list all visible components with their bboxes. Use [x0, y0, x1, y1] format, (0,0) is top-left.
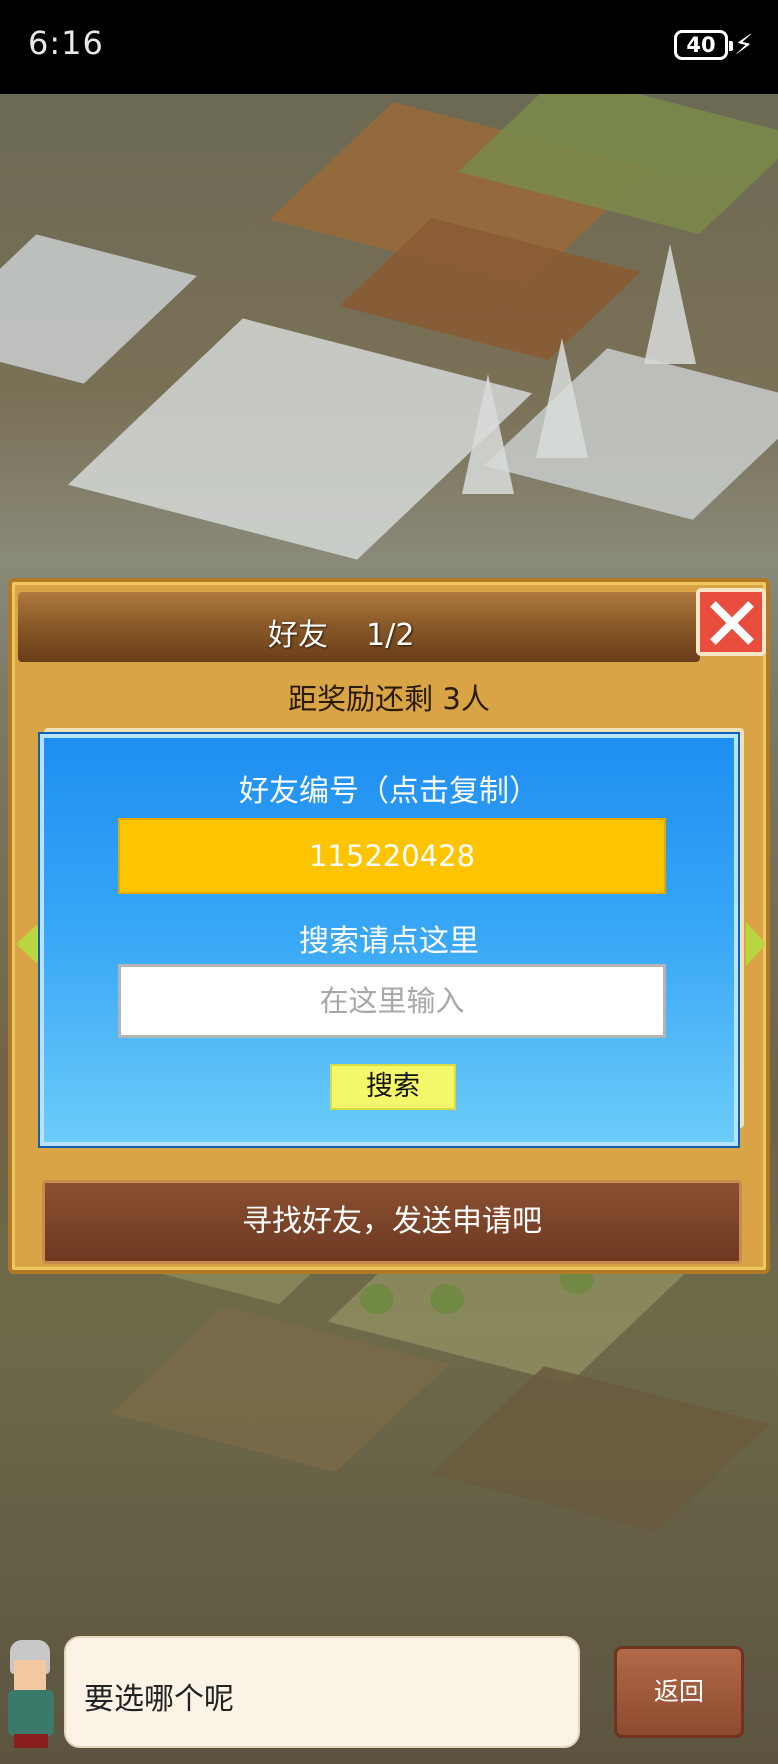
search-button-label: 搜索	[366, 1071, 420, 1102]
panel-title: 好友 1/2	[268, 618, 415, 653]
next-page-arrow-icon[interactable]	[746, 922, 766, 966]
snow-tree	[644, 244, 696, 364]
back-button-label: 返回	[653, 1677, 704, 1706]
friend-code: 115220428	[308, 839, 476, 873]
snow-tree	[462, 374, 514, 494]
avatar-face	[14, 1660, 46, 1690]
friend-search-popup: 好友编号（点击复制） 115220428 搜索请点这里 搜索	[40, 734, 738, 1146]
status-bar: 6:16 40 ⚡	[0, 0, 778, 94]
search-button[interactable]: 搜索	[330, 1064, 456, 1110]
friend-code-title: 好友编号（点击复制）	[239, 774, 539, 809]
close-button[interactable]	[696, 588, 766, 656]
find-friends-button[interactable]: 寻找好友，发送申请吧	[42, 1180, 742, 1264]
back-button[interactable]: 返回	[614, 1646, 744, 1738]
bush	[360, 1284, 394, 1314]
snow-patch	[483, 348, 778, 520]
reward-progress-text: 距奖励还剩 3人	[288, 682, 490, 716]
panel-header: 好友 1/2	[18, 592, 700, 662]
dialog-message: 要选哪个呢	[84, 1682, 234, 1717]
friend-search-input[interactable]	[118, 964, 666, 1038]
battery-icon: 40	[674, 30, 733, 60]
bush	[430, 1284, 464, 1314]
snow-patch	[0, 234, 197, 384]
clock: 6:16	[28, 24, 104, 62]
charging-icon: ⚡	[734, 28, 754, 61]
search-hint: 搜索请点这里	[299, 924, 479, 959]
snow-tree	[536, 338, 588, 458]
find-friends-label: 寻找好友，发送申请吧	[242, 1204, 542, 1239]
character-avatar	[0, 1640, 64, 1750]
friend-code-copy-button[interactable]: 115220428	[118, 818, 666, 894]
avatar-legs	[14, 1734, 48, 1748]
dirt-patch	[430, 1366, 770, 1532]
speech-bubble: 要选哪个呢	[64, 1636, 580, 1748]
avatar-body	[8, 1690, 54, 1736]
previous-page-arrow-icon[interactable]	[16, 922, 40, 966]
